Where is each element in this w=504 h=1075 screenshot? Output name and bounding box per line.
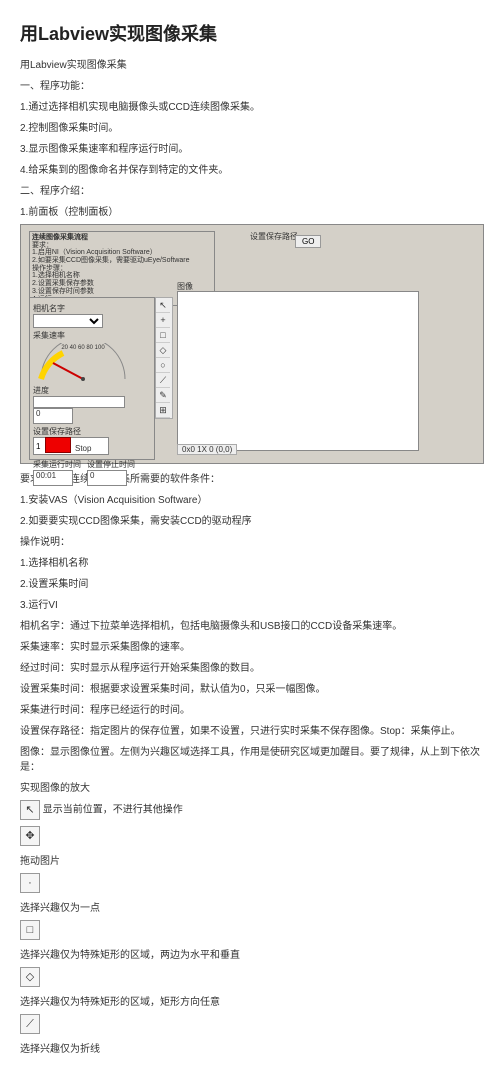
op-3: 3.运行VI <box>20 596 484 611</box>
func-3: 3.显示图像采集速率和程序运行时间。 <box>20 140 484 155</box>
op-1: 1.选择相机名称 <box>20 554 484 569</box>
image-toolbar: ↖ + □ ◇ ○ ⟋ ✎ ⊞ <box>155 297 173 419</box>
roi-item-0: ↖ 显示当前位置，不进行其他操作 <box>20 800 484 820</box>
sec-intro: 二、程序介绍： <box>20 182 484 197</box>
tool-line-icon[interactable]: ⟋ <box>156 373 170 388</box>
flow-title: 连续图像采集流程 <box>32 234 212 242</box>
go-button[interactable]: GO <box>295 235 321 248</box>
roi-text-3: 选择兴趣仅为特殊矩形的区域，两边为水平和垂直 <box>20 946 484 961</box>
arrow-icon: ↖ <box>20 800 40 820</box>
set-time-label: 设置停止时间 <box>87 459 135 470</box>
tool-grid-icon[interactable]: ⊞ <box>156 403 170 418</box>
tool-zoom-icon[interactable]: + <box>156 313 170 328</box>
roi-text-1: 拖动图片 <box>20 852 484 867</box>
controls-box: 相机名字 采集速率 20 40 60 80 100 进度 0 设置保存路径 <box>29 297 155 460</box>
progress-label: 进度 <box>33 385 151 396</box>
progress-value[interactable]: 0 <box>33 408 73 424</box>
stop-label: Stop <box>75 444 91 453</box>
run-time-value: 00:01 <box>33 470 73 486</box>
req-2: 2.如要要实现CCD图像采集，需安装CCD的驱动程序 <box>20 512 484 527</box>
op-title: 操作说明： <box>20 533 484 548</box>
rotrect-icon: ◇ <box>20 967 40 987</box>
set-time-value[interactable]: 0 <box>87 470 127 486</box>
progress-bar <box>33 396 125 408</box>
req-1: 1.安装VAS（Vision Acquisition Software） <box>20 491 484 506</box>
front-panel-screenshot: 连续图像采集流程 要求： 1.启用NI（Vision Acquisition S… <box>20 224 484 464</box>
intro-line: 用Labview实现图像采集 <box>20 56 484 71</box>
pan-icon: ✥ <box>20 826 40 846</box>
desc-0: 相机名字：通过下拉菜单选择相机，包括电脑摄像头和USB接口的CCD设备采集速率。 <box>20 617 484 632</box>
desc-3: 设置采集时间：根据要求设置采集时间，默认值为0，只采一幅图像。 <box>20 680 484 695</box>
func-1: 1.通过选择相机实现电脑摄像头或CCD连续图像采集。 <box>20 98 484 113</box>
desc-5: 设置保存路径：指定图片的保存位置，如果不设置，只进行实时采集不保存图像。Stop… <box>20 722 484 737</box>
roi-text-4: 选择兴趣仅为特殊矩形的区域，矩形方向任意 <box>20 993 484 1008</box>
rate-gauge: 20 40 60 80 100 <box>33 343 133 383</box>
rect-icon: □ <box>20 920 40 940</box>
zoom-info: 0x0 1X 0 (0,0) <box>177 444 237 455</box>
page-title: 用Labview实现图像采集 <box>20 20 484 46</box>
tool-arrow-icon[interactable]: ↖ <box>156 298 170 313</box>
go-label: 设置保存路径 <box>250 231 298 242</box>
func-2: 2.控制图像采集时间。 <box>20 119 484 134</box>
save-path-label: 设置保存路径 <box>33 426 151 437</box>
polyline-icon: ⟋ <box>20 1014 40 1034</box>
image-display[interactable] <box>177 291 419 451</box>
flow-l4: 1.选择相机名称 <box>32 272 212 280</box>
tool-rect-icon[interactable]: □ <box>156 328 170 343</box>
roi-text-2: 选择兴趣仅为一点 <box>20 899 484 914</box>
flow-l1: 1.启用NI（Vision Acquisition Software） <box>32 249 212 257</box>
func-4: 4.给采集到的图像命名并保存到特定的文件夹。 <box>20 161 484 176</box>
desc-4: 采集进行时间：程序已经运行的时间。 <box>20 701 484 716</box>
point-icon: · <box>20 873 40 893</box>
tool-pen-icon[interactable]: ✎ <box>156 388 170 403</box>
sec-func: 一、程序功能： <box>20 77 484 92</box>
flow-l2: 2.如要采集CCD图像采集，需要驱动uEye/Software <box>32 257 212 265</box>
stop-button[interactable] <box>45 437 71 453</box>
roi-text-0: 显示当前位置，不进行其他操作 <box>43 805 183 816</box>
desc-6: 图像：显示图像位置。左侧为兴趣区域选择工具，作用是使研究区域更加醒目。要了规律，… <box>20 743 484 773</box>
op-2: 2.设置采集时间 <box>20 575 484 590</box>
desc-2: 经过时间：实时显示从程序运行开始采集图像的数目。 <box>20 659 484 674</box>
run-time-label: 采集运行时间 <box>33 459 81 470</box>
roi-title: 实现图像的放大 <box>20 779 484 794</box>
front-panel-label: 1.前面板（控制面板） <box>20 203 484 218</box>
desc-1: 采集速率：实时显示采集图像的速率。 <box>20 638 484 653</box>
roi-text-5: 选择兴趣仅为折线 <box>20 1040 484 1055</box>
tool-rotrect-icon[interactable]: ◇ <box>156 343 170 358</box>
rate-label: 采集速率 <box>33 330 151 341</box>
tool-oval-icon[interactable]: ○ <box>156 358 170 373</box>
camera-select[interactable] <box>33 314 103 328</box>
gauge-numbers: 20 40 60 80 100 <box>33 345 133 351</box>
camera-label: 相机名字 <box>33 303 151 314</box>
